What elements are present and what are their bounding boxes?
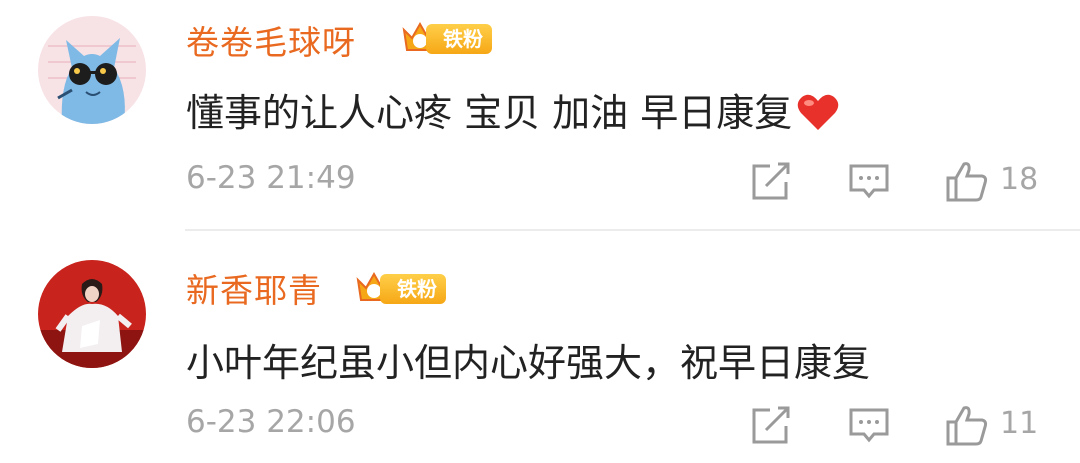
- thumbs-up-icon[interactable]: [944, 158, 990, 204]
- comment-text-content: 懂事的让人心疼 宝贝 加油 早日康复: [186, 91, 793, 135]
- badge-label: 铁粉: [426, 24, 492, 54]
- badge-label: 铁粉: [380, 274, 446, 304]
- timestamp: 6-23 21:49: [186, 160, 356, 196]
- like-count: 18: [1000, 162, 1039, 197]
- username[interactable]: 卷卷毛球呀: [186, 16, 356, 64]
- comment-text: 懂事的让人心疼 宝贝 加油 早日康复: [186, 82, 840, 137]
- username[interactable]: 新香耶青: [186, 264, 322, 312]
- comment-text: 小叶年纪虽小但内心好强大，祝早日康复: [186, 341, 871, 385]
- thumbs-up-icon[interactable]: [944, 402, 990, 448]
- comment-item: 新香耶青 铁粉 小叶年纪虽小但内心好强大，祝早日康复 6-23 22:06 11: [0, 232, 1080, 463]
- share-icon[interactable]: [748, 158, 794, 204]
- heart-emoji: [797, 94, 839, 130]
- comment-icon[interactable]: [846, 158, 892, 204]
- share-icon[interactable]: [748, 402, 794, 448]
- comment-icon[interactable]: [846, 402, 892, 448]
- avatar[interactable]: [38, 16, 146, 124]
- comment-item: 卷卷毛球呀 铁粉 懂事的让人心疼 宝贝 加油 早日康复 6-23 21:49 1…: [0, 0, 1080, 230]
- like-count: 11: [1000, 406, 1039, 441]
- divider: [185, 229, 1080, 231]
- timestamp: 6-23 22:06: [186, 404, 356, 440]
- avatar[interactable]: [38, 260, 146, 368]
